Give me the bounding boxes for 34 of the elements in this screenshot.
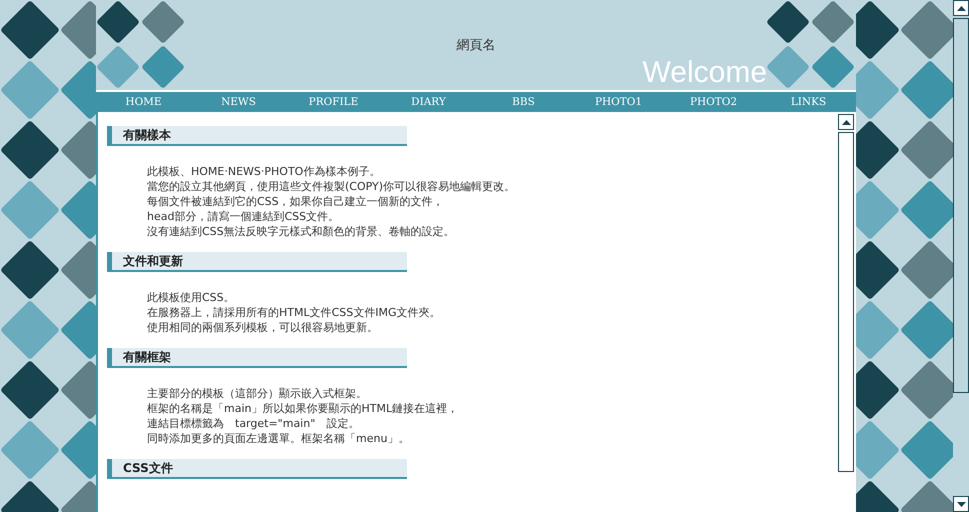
text-line: 此模板、HOME‧NEWS‧PHOTO作為樣本例子。 [147, 164, 382, 179]
text-line: 沒有連結到CSS無法反映字元樣式和顏色的背景、卷軸的設定。 [147, 224, 456, 239]
scroll-up-button[interactable] [838, 114, 854, 130]
nav-link[interactable]: NEWS [191, 92, 286, 112]
text-line: 此模板使用CSS。 [147, 290, 236, 305]
up-arrow-icon [956, 6, 966, 10]
text-line: head部分，請寫一個連結到CSS文件。 [147, 209, 340, 224]
text-line: 當您的設立其他網頁，使用這些文件複製(COPY)你可以很容易地編輯更改。 [147, 179, 516, 194]
section-heading: 文件和更新 [107, 252, 407, 272]
nav-link[interactable]: DIARY [381, 92, 476, 112]
text-line: 主要部分的模板（這部分）顯示嵌入式框架。 [147, 386, 368, 401]
welcome-text: Welcome [642, 56, 767, 90]
text-line: 同時添加更多的頁面左邊選單。框架名稱「menu」。 [147, 431, 410, 446]
section-heading: 有關樣本 [107, 126, 407, 146]
nav-link[interactable]: LINKS [761, 92, 856, 112]
scroll-down-button[interactable] [953, 496, 969, 512]
nav-link[interactable]: BBS [476, 92, 571, 112]
down-arrow-icon [956, 502, 966, 506]
text-line: 框架的名稱是「main」所以如果你要顯示的HTML鏈接在這裡， [147, 401, 460, 416]
text-line: 每個文件被連結到它的CSS，如果你自己建立一個新的文件， [147, 194, 445, 209]
nav-link[interactable]: PHOTO1 [571, 92, 666, 112]
scrollbar-thumb[interactable] [953, 18, 969, 393]
nav-link[interactable]: HOME [96, 92, 191, 112]
up-arrow-icon [842, 120, 850, 124]
text-line: 在服務器上，請採用所有的HTML文件CSS文件IMG文件夾。 [147, 305, 442, 320]
nav-link[interactable]: PHOTO2 [666, 92, 761, 112]
text-line: 連結目標標籤為 target="main" 設定。 [147, 416, 360, 431]
text-line: 使用相同的兩個系列模板，可以很容易地更新。 [147, 320, 379, 335]
scrollbar-track[interactable] [838, 132, 854, 472]
section-heading: CSS文件 [107, 459, 407, 479]
scroll-up-button[interactable] [953, 0, 969, 16]
nav-link[interactable]: PROFILE [286, 92, 381, 112]
site-title: 網頁名 [456, 37, 496, 54]
section-heading: 有關框架 [107, 348, 407, 368]
